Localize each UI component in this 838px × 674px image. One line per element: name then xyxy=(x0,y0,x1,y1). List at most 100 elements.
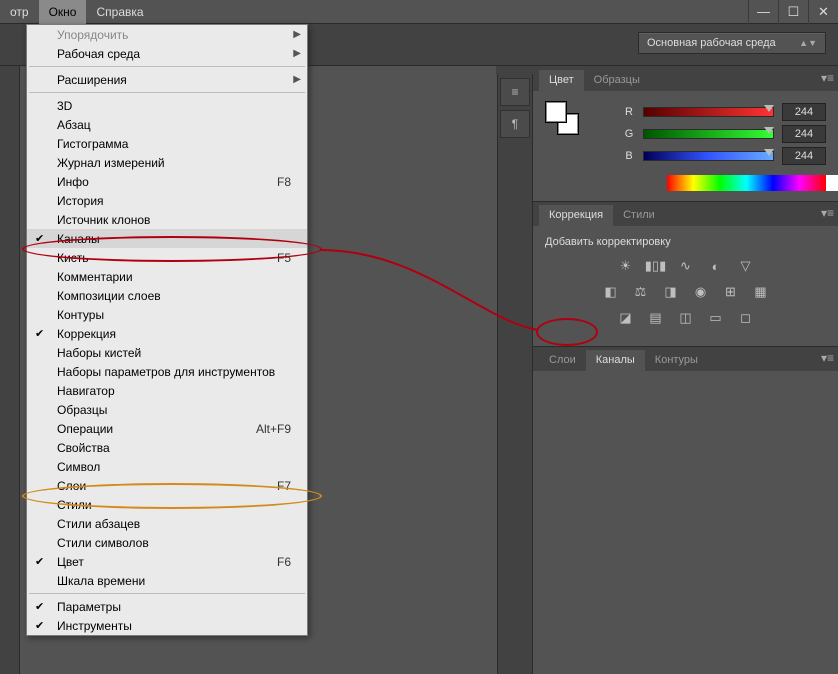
exposure-icon[interactable]: ◐ xyxy=(706,258,726,274)
g-slider[interactable] xyxy=(643,129,774,139)
fg-swatch[interactable] xyxy=(545,101,567,123)
menu-character-styles[interactable]: Стили символов xyxy=(27,533,307,552)
panel-menu-icon[interactable]: ▾≡ xyxy=(821,351,834,365)
menu-options[interactable]: ✔Параметры xyxy=(27,597,307,616)
menu-adjustments[interactable]: ✔Коррекция xyxy=(27,324,307,343)
r-slider[interactable] xyxy=(643,107,774,117)
titlebar: отр Окно Справка — ☐ ✕ xyxy=(0,0,838,24)
submenu-arrow-icon: ▶ xyxy=(293,48,301,59)
workspace-label: Основная рабочая среда xyxy=(647,37,776,49)
menu-layers[interactable]: СлоиF7 xyxy=(27,476,307,495)
b-label: B xyxy=(623,150,635,162)
tab-adjustments[interactable]: Коррекция xyxy=(539,205,613,226)
tab-paths[interactable]: Контуры xyxy=(645,350,708,371)
right-panel-column: ≡ ¶ ◄◄ Цвет Образцы ▾≡ R 244 xyxy=(497,66,838,674)
menu-brush-presets[interactable]: Наборы кистей xyxy=(27,343,307,362)
tab-channels[interactable]: Каналы xyxy=(586,350,645,371)
menu-tool-presets[interactable]: Наборы параметров для инструментов xyxy=(27,362,307,381)
levels-icon[interactable]: ▮▯▮ xyxy=(646,258,666,274)
menu-prev-cut[interactable]: отр xyxy=(0,0,39,24)
menu-brush[interactable]: КистьF5 xyxy=(27,248,307,267)
menu-window[interactable]: Окно xyxy=(39,0,87,24)
menu-history[interactable]: История xyxy=(27,191,307,210)
menu-layer-comps[interactable]: Композиции слоев xyxy=(27,286,307,305)
channel-mixer-icon[interactable]: ⊞ xyxy=(721,284,741,300)
menu-workspace[interactable]: Рабочая среда▶ xyxy=(27,44,307,63)
bw-icon[interactable]: ◨ xyxy=(661,284,681,300)
adjustments-hint: Добавить корректировку xyxy=(545,236,826,248)
window-controls: — ☐ ✕ xyxy=(748,0,838,24)
minimize-button[interactable]: — xyxy=(748,0,778,24)
menu-notes[interactable]: Комментарии xyxy=(27,267,307,286)
collapsed-dock-strip: ≡ ¶ xyxy=(497,66,533,674)
gradient-map-icon[interactable]: ▭ xyxy=(706,310,726,326)
submenu-arrow-icon: ▶ xyxy=(293,29,301,40)
menu-properties[interactable]: Свойства xyxy=(27,438,307,457)
r-label: R xyxy=(623,106,635,118)
hue-icon[interactable]: ◧ xyxy=(601,284,621,300)
r-value[interactable]: 244 xyxy=(782,103,826,121)
panel-stack: ◄◄ Цвет Образцы ▾≡ R 244 xyxy=(533,66,838,674)
check-icon: ✔ xyxy=(35,555,44,568)
tab-swatches[interactable]: Образцы xyxy=(584,70,650,91)
threshold-icon[interactable]: ◫ xyxy=(676,310,696,326)
vibrance-icon[interactable]: ▽ xyxy=(736,258,756,274)
balance-icon[interactable]: ⚖ xyxy=(631,284,651,300)
close-button[interactable]: ✕ xyxy=(808,0,838,24)
separator xyxy=(29,66,305,67)
menu-info[interactable]: ИнфоF8 xyxy=(27,172,307,191)
b-slider[interactable] xyxy=(643,151,774,161)
menu-timeline[interactable]: Шкала времени xyxy=(27,571,307,590)
dock-button-2[interactable]: ¶ xyxy=(500,110,530,138)
submenu-arrow-icon: ▶ xyxy=(293,74,301,85)
photo-filter-icon[interactable]: ◉ xyxy=(691,284,711,300)
tab-styles[interactable]: Стили xyxy=(613,205,665,226)
menu-swatches[interactable]: Образцы xyxy=(27,400,307,419)
b-value[interactable]: 244 xyxy=(782,147,826,165)
menu-actions[interactable]: ОперацииAlt+F9 xyxy=(27,419,307,438)
menu-3d[interactable]: 3D xyxy=(27,96,307,115)
menu-tools[interactable]: ✔Инструменты xyxy=(27,616,307,635)
menu-help[interactable]: Справка xyxy=(86,0,153,24)
left-dock-edge xyxy=(0,66,20,674)
check-icon: ✔ xyxy=(35,327,44,340)
menu-paragraph-styles[interactable]: Стили абзацев xyxy=(27,514,307,533)
tab-layers[interactable]: Слои xyxy=(539,350,586,371)
menu-navigator[interactable]: Навигатор xyxy=(27,381,307,400)
panel-menu-icon[interactable]: ▾≡ xyxy=(821,206,834,220)
check-icon: ✔ xyxy=(35,232,44,245)
adjustments-panel: Коррекция Стили ▾≡ Добавить корректировк… xyxy=(533,201,838,346)
menu-color[interactable]: ✔ЦветF6 xyxy=(27,552,307,571)
lookup-icon[interactable]: ▦ xyxy=(751,284,771,300)
color-spectrum[interactable] xyxy=(667,175,826,191)
tab-color[interactable]: Цвет xyxy=(539,70,584,91)
invert-icon[interactable]: ◪ xyxy=(616,310,636,326)
layers-panel-group: Слои Каналы Контуры ▾≡ xyxy=(533,346,838,674)
menu-character[interactable]: Символ xyxy=(27,457,307,476)
menu-styles[interactable]: Стили xyxy=(27,495,307,514)
workspace-switcher[interactable]: Основная рабочая среда ▲▼ xyxy=(638,32,826,54)
brightness-icon[interactable]: ☀ xyxy=(616,258,636,274)
menu-paragraph[interactable]: Абзац xyxy=(27,115,307,134)
menu-paths[interactable]: Контуры xyxy=(27,305,307,324)
fg-bg-swatch[interactable] xyxy=(545,101,579,135)
g-value[interactable]: 244 xyxy=(782,125,826,143)
panel-menu-icon[interactable]: ▾≡ xyxy=(821,71,834,85)
menu-channels[interactable]: ✔Каналы xyxy=(27,229,307,248)
color-panel: Цвет Образцы ▾≡ R 244 G xyxy=(533,66,838,201)
selective-color-icon[interactable]: ◻ xyxy=(736,310,756,326)
menu-extensions[interactable]: Расширения▶ xyxy=(27,70,307,89)
separator xyxy=(29,92,305,93)
curves-icon[interactable]: ∿ xyxy=(676,258,696,274)
maximize-button[interactable]: ☐ xyxy=(778,0,808,24)
menu-histogram[interactable]: Гистограмма xyxy=(27,134,307,153)
menubar: отр Окно Справка xyxy=(0,0,154,24)
g-label: G xyxy=(623,128,635,140)
posterize-icon[interactable]: ▤ xyxy=(646,310,666,326)
dock-button-1[interactable]: ≡ xyxy=(500,78,530,106)
menu-clone-source[interactable]: Источник клонов xyxy=(27,210,307,229)
window-menu-dropdown: Упорядочить▶ Рабочая среда▶ Расширения▶ … xyxy=(26,24,308,636)
separator xyxy=(29,593,305,594)
menu-arrange[interactable]: Упорядочить▶ xyxy=(27,25,307,44)
menu-measurement-log[interactable]: Журнал измерений xyxy=(27,153,307,172)
